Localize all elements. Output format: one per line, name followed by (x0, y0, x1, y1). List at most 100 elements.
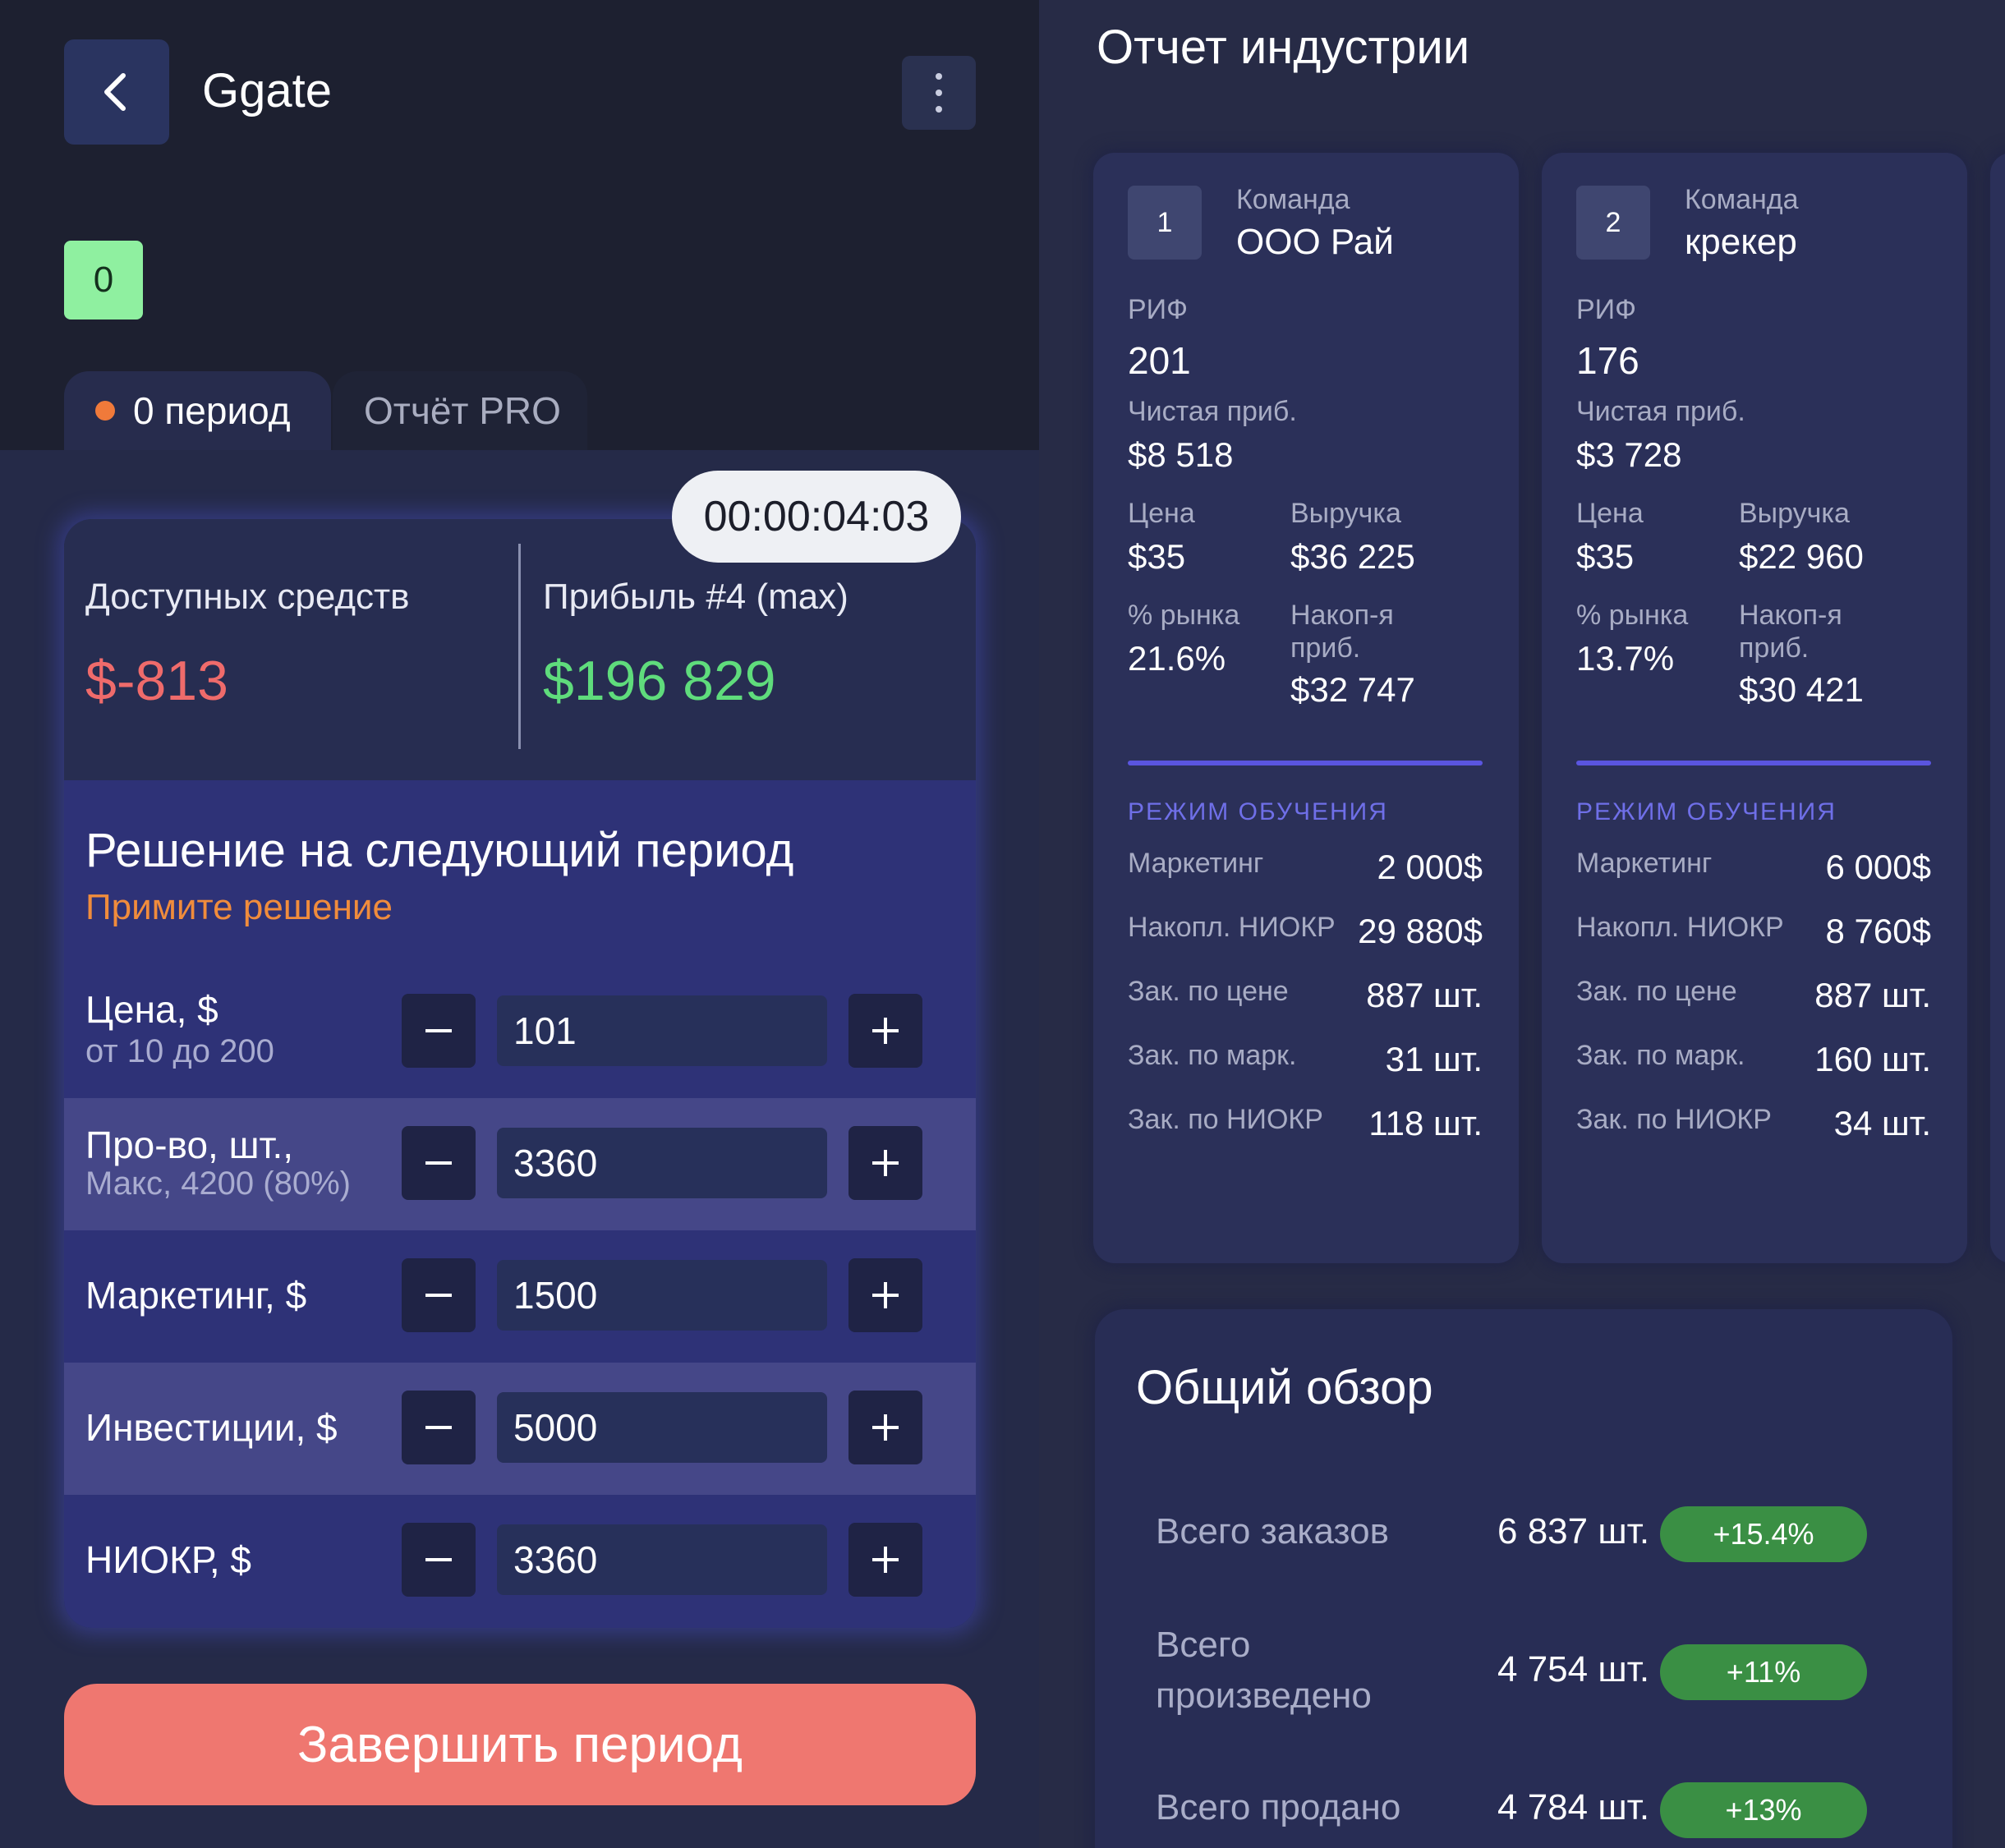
net-profit-label: Чистая приб. (1128, 396, 1297, 427)
market-share-label: % рынка (1128, 600, 1240, 631)
decision-title: Решение на следующий период (85, 824, 794, 877)
training-mode-label: РЕЖИМ ОБУЧЕНИЯ (1128, 798, 1388, 825)
minus-icon (425, 1426, 452, 1429)
orders-price-value: 887 шт. (1814, 976, 1931, 1014)
available-funds-label: Доступных средств (85, 577, 410, 617)
price-range: от 10 до 200 (85, 1033, 274, 1069)
decision-card: Доступных средств $-813 Прибыль #4 (max)… (64, 519, 976, 1628)
team-label: Команда (1685, 184, 1799, 215)
net-profit-label: Чистая приб. (1576, 396, 1745, 427)
card-divider (1128, 761, 1483, 765)
price-plus-button[interactable] (848, 994, 922, 1068)
production-minus-button[interactable] (402, 1126, 476, 1200)
price-minus-button[interactable] (402, 994, 476, 1068)
production-row: Про-во, шт., Макс, 4200 (80%) 3360 (64, 1098, 976, 1230)
production-plus-button[interactable] (848, 1126, 922, 1200)
plus-icon (872, 1414, 899, 1441)
rif-value: 176 (1576, 339, 1639, 382)
marketing-label: Маркетинг (1576, 848, 1713, 879)
investments-minus-button[interactable] (402, 1391, 476, 1464)
revenue-label: Выручка (1739, 498, 1850, 529)
accum-profit-label: Накоп-я (1290, 600, 1394, 631)
rif-label: РИФ (1128, 294, 1188, 325)
team-card-partial[interactable] (1990, 153, 2005, 1263)
chevron-left-icon (104, 73, 126, 111)
plus-icon (872, 1150, 899, 1176)
app-title: Ggate (202, 64, 332, 117)
revenue-value: $22 960 (1739, 537, 1864, 576)
team-card[interactable]: 2 Команда крекер РИФ 176 Чистая приб. $3… (1542, 153, 1967, 1263)
plus-icon (872, 1282, 899, 1308)
accum-profit-label-2: приб. (1739, 632, 1810, 664)
price-value: $35 (1576, 537, 1635, 576)
decision-subtitle: Примите решение (85, 887, 393, 927)
finish-period-button[interactable]: Завершить период (64, 1684, 976, 1805)
minus-icon (425, 1558, 452, 1561)
team-name: крекер (1685, 222, 1797, 262)
rif-label: РИФ (1576, 294, 1636, 325)
minus-icon (425, 1161, 452, 1165)
orders-rnd-label: Зак. по НИОКР (1128, 1104, 1323, 1135)
price-label: Цена, $ (85, 988, 218, 1031)
total-produced-label: Всего произведено (1156, 1625, 1372, 1716)
timer: 00:00:04:03 (672, 471, 961, 563)
revenue-label: Выручка (1290, 498, 1401, 529)
orders-price-value: 887 шт. (1366, 976, 1483, 1014)
orders-marketing-label: Зак. по марк. (1576, 1040, 1745, 1071)
minus-icon (425, 1029, 452, 1032)
top-bar: Ggate 0 0 период Отчёт PRO (0, 0, 1039, 450)
back-button[interactable] (64, 39, 169, 145)
card-divider (1576, 761, 1931, 765)
tab-report-pro[interactable]: Отчёт PRO (333, 371, 587, 450)
team-label: Команда (1236, 184, 1350, 215)
investments-input[interactable]: 5000 (497, 1392, 827, 1463)
more-vertical-icon (936, 73, 942, 113)
tab-period[interactable]: 0 период (64, 371, 331, 450)
total-sold-change-badge: +13% (1660, 1782, 1867, 1838)
rnd-input[interactable]: 3360 (497, 1524, 827, 1595)
more-button[interactable] (902, 56, 976, 130)
marketing-minus-button[interactable] (402, 1258, 476, 1332)
rnd-label: НИОКР, $ (85, 1538, 251, 1581)
plus-icon (872, 1547, 899, 1573)
funds-divider (518, 544, 521, 749)
overview-card: Общий обзор Всего заказов 6 837 шт. +15.… (1095, 1309, 1952, 1848)
net-profit-value: $3 728 (1576, 435, 1682, 474)
team-name: ООО Рай (1236, 222, 1394, 262)
price-label: Цена (1128, 498, 1195, 529)
rnd-plus-button[interactable] (848, 1523, 922, 1597)
team-card[interactable]: 1 Команда ООО Рай РИФ 201 Чистая приб. $… (1093, 153, 1519, 1263)
marketing-label: Маркетинг (1128, 848, 1264, 879)
training-mode-label: РЕЖИМ ОБУЧЕНИЯ (1576, 798, 1837, 825)
total-orders-label: Всего заказов (1156, 1511, 1389, 1551)
investments-row: Инвестиции, $ 5000 (64, 1363, 976, 1495)
rnd-minus-button[interactable] (402, 1523, 476, 1597)
accum-rnd-label: Накопл. НИОКР (1576, 912, 1784, 943)
price-value: $35 (1128, 537, 1186, 576)
price-input[interactable]: 101 (497, 995, 827, 1066)
orders-price-label: Зак. по цене (1128, 976, 1289, 1007)
net-profit-value: $8 518 (1128, 435, 1234, 474)
price-label: Цена (1576, 498, 1644, 529)
team-rank: 2 (1576, 186, 1650, 260)
investments-label: Инвестиции, $ (85, 1406, 338, 1449)
minus-icon (425, 1294, 452, 1297)
marketing-plus-button[interactable] (848, 1258, 922, 1332)
investments-plus-button[interactable] (848, 1391, 922, 1464)
tab-period-label: 0 период (133, 389, 291, 432)
overview-title: Общий обзор (1136, 1361, 1433, 1414)
production-max: Макс, 4200 (80%) (85, 1165, 351, 1202)
accum-profit-label-2: приб. (1290, 632, 1361, 664)
decision-section: Решение на следующий период Примите реше… (64, 780, 976, 1628)
marketing-row: Маркетинг, $ 1500 (64, 1230, 976, 1363)
accum-profit-value: $30 421 (1739, 670, 1864, 709)
marketing-input[interactable]: 1500 (497, 1260, 827, 1331)
decision-panel: Ggate 0 0 период Отчёт PRO 00:00:04:03 Д… (0, 0, 1039, 1848)
production-input[interactable]: 3360 (497, 1128, 827, 1198)
period-indicator-dot (95, 401, 115, 421)
orders-marketing-value: 31 шт. (1385, 1040, 1483, 1078)
total-sold-value: 4 784 шт. (1497, 1787, 1650, 1827)
production-label: Про-во, шт., (85, 1124, 294, 1166)
max-profit-value: $196 829 (543, 650, 776, 712)
revenue-value: $36 225 (1290, 537, 1415, 576)
